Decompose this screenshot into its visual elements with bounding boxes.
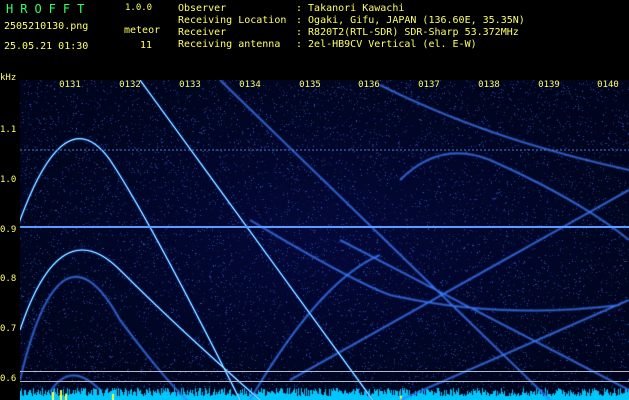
x-tick-label: 0136 bbox=[358, 80, 380, 90]
meteor-trace-bright bbox=[20, 138, 241, 400]
y-axis-unit: kHz bbox=[0, 73, 17, 83]
app-version: 1.0.0 bbox=[125, 3, 153, 13]
x-tick-label: 0131 bbox=[59, 80, 81, 90]
info-key: Receiving Location bbox=[178, 15, 287, 26]
meteor-trace bbox=[49, 374, 101, 393]
meteor-trace bbox=[20, 138, 241, 400]
info-key: Receiving antenna bbox=[178, 39, 281, 50]
info-row-observer: Observer : Takanori Kawachi bbox=[178, 3, 525, 15]
meteor-trace bbox=[139, 80, 374, 400]
info-row-location: Receiving Location : Ogaki, Gifu, JAPAN … bbox=[178, 15, 525, 27]
y-tick-label: 0.6 bbox=[0, 374, 17, 384]
x-tick-label: 0137 bbox=[418, 80, 440, 90]
info-value: : R820T2(RTL-SDR) SDR-Sharp 53.372MHz bbox=[296, 27, 519, 38]
y-tick-label: 0.8 bbox=[0, 274, 17, 284]
x-tick-label: 0140 bbox=[597, 80, 619, 90]
x-tick-label: 0139 bbox=[538, 80, 560, 90]
spectrogram-plot bbox=[20, 80, 629, 400]
reference-line bbox=[20, 381, 629, 382]
meteor-trace bbox=[249, 254, 381, 400]
app-logo: HROFFT bbox=[6, 2, 92, 16]
meteor-trace bbox=[249, 219, 621, 312]
meteor-traces bbox=[20, 80, 629, 400]
y-tick-label: 0.9 bbox=[0, 225, 17, 235]
info-value: : Ogaki, Gifu, JAPAN (136.60E, 35.35N) bbox=[296, 15, 525, 26]
x-tick-label: 0135 bbox=[299, 80, 321, 90]
file-name: 2505210130.png bbox=[4, 21, 89, 32]
x-tick-label: 0133 bbox=[179, 80, 201, 90]
x-tick-label: 0134 bbox=[239, 80, 261, 90]
x-tick-label: 0138 bbox=[478, 80, 500, 90]
info-key: Observer bbox=[178, 3, 227, 14]
info-value: : 2el-HB9CV Vertical (el. E-W) bbox=[296, 39, 477, 50]
meteor-count: 11 bbox=[140, 40, 153, 51]
meteor-label: meteor bbox=[124, 25, 161, 36]
reference-line bbox=[20, 371, 629, 372]
info-row-antenna: Receiving antenna : 2el-HB9CV Vertical (… bbox=[178, 39, 525, 51]
meteor-trace bbox=[219, 80, 551, 400]
y-tick-label: 1.1 bbox=[0, 125, 17, 135]
y-tick-label: 1.0 bbox=[0, 175, 17, 185]
meteor-trace bbox=[379, 84, 629, 171]
meteor-trace bbox=[20, 249, 261, 400]
y-tick-label: 0.7 bbox=[0, 324, 17, 334]
meteor-trace-bright bbox=[20, 249, 261, 400]
info-value: : Takanori Kawachi bbox=[296, 3, 405, 14]
meteor-trace-bright bbox=[139, 80, 374, 400]
x-tick-label: 0132 bbox=[119, 80, 141, 90]
timestamp: 25.05.21 01:30 bbox=[4, 41, 89, 52]
station-info: Observer : Takanori Kawachi Receiving Lo… bbox=[178, 3, 525, 51]
meteor-trace bbox=[339, 239, 629, 391]
header: HROFFT 1.0.0 2505210130.png meteor 25.05… bbox=[0, 0, 629, 78]
meteor-trace bbox=[399, 299, 629, 400]
info-key: Receiver bbox=[178, 27, 227, 38]
info-row-receiver: Receiver : R820T2(RTL-SDR) SDR-Sharp 53.… bbox=[178, 27, 525, 39]
meteor-trace bbox=[289, 189, 629, 381]
